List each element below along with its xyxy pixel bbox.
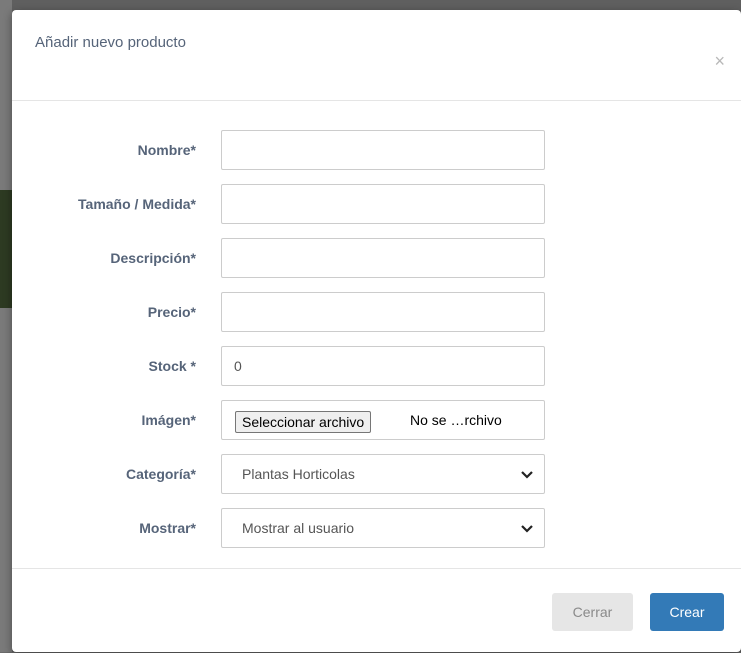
form-row-categoria: Categoría* Plantas Horticolas — [12, 454, 741, 496]
stock-label: Stock * — [148, 358, 196, 374]
tamano-label: Tamaño / Medida* — [78, 196, 196, 212]
form-row-nombre: Nombre* — [12, 130, 741, 172]
modal-title: Añadir nuevo producto — [35, 34, 186, 51]
modal-header: Añadir nuevo producto × — [12, 10, 741, 101]
form-row-mostrar: Mostrar* Mostrar al usuario — [12, 508, 741, 550]
category-select[interactable]: Plantas Horticolas — [221, 454, 545, 494]
show-select[interactable]: Mostrar al usuario — [221, 508, 545, 548]
mostrar-label: Mostrar* — [139, 520, 196, 536]
nombre-label: Nombre* — [137, 142, 196, 158]
modal-footer: Cerrar Crear — [12, 568, 741, 653]
choose-file-button[interactable]: Seleccionar archivo — [235, 411, 372, 433]
precio-label: Precio* — [147, 304, 196, 320]
precio-input[interactable] — [221, 292, 545, 332]
form-row-tamano: Tamaño / Medida* — [12, 184, 741, 226]
form-row-descripcion: Descripción* — [12, 238, 741, 280]
background-page-edge — [0, 0, 12, 652]
file-status-text: No se …rchivo — [410, 412, 502, 428]
chevron-down-icon — [521, 471, 533, 479]
form-row-precio: Precio* — [12, 292, 741, 334]
category-selected-value: Plantas Horticolas — [242, 466, 355, 482]
stock-input[interactable]: 0 — [221, 346, 545, 386]
descripcion-input[interactable] — [221, 238, 545, 278]
nombre-input[interactable] — [221, 130, 545, 170]
image-file-input[interactable]: Seleccionar archivo No se …rchivo — [221, 400, 545, 440]
form-row-imagen: Imágen* Seleccionar archivo No se …rchiv… — [12, 400, 741, 442]
close-button[interactable]: Cerrar — [552, 593, 633, 631]
imagen-label: Imágen* — [141, 412, 196, 428]
categoria-label: Categoría* — [125, 466, 196, 482]
create-button[interactable]: Crear — [650, 593, 724, 631]
descripcion-label: Descripción* — [110, 250, 196, 266]
form-row-stock: Stock * 0 — [12, 346, 741, 388]
show-selected-value: Mostrar al usuario — [242, 520, 355, 536]
add-product-modal: Añadir nuevo producto × Nombre* Tamaño /… — [12, 10, 741, 652]
close-icon[interactable]: × — [714, 52, 725, 70]
background-image-edge — [0, 190, 12, 308]
chevron-down-icon — [521, 525, 533, 533]
tamano-input[interactable] — [221, 184, 545, 224]
